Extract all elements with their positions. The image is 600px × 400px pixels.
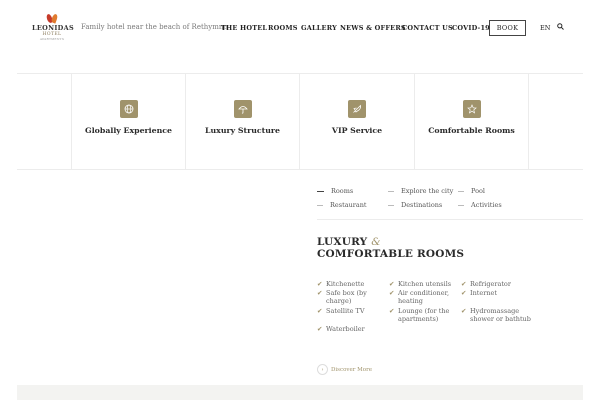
logo-mark-icon bbox=[47, 14, 57, 24]
globe-icon bbox=[119, 100, 138, 118]
amenity-item: ✔ Internet bbox=[461, 289, 497, 297]
nav-rooms[interactable]: ROOMS bbox=[268, 24, 298, 32]
amenity-item: ✔ Kitchen utensils bbox=[389, 280, 452, 288]
feature-comfortable-rooms: Comfortable Rooms bbox=[414, 74, 529, 170]
feature-title: Luxury Structure bbox=[205, 126, 280, 135]
nav-the-hotel[interactable]: THE HOTEL bbox=[221, 24, 267, 32]
discover-more-label: Discover More bbox=[331, 366, 372, 373]
tab-dash bbox=[458, 190, 464, 192]
feature-title: Comfortable Rooms bbox=[428, 126, 515, 135]
check-icon: ✔ bbox=[461, 289, 467, 297]
feature-luxury-structure: Luxury Structure bbox=[185, 74, 299, 170]
tab-explore-the-city[interactable]: Explore the city bbox=[388, 187, 453, 195]
amenity-item: ✔ Satellite TV bbox=[317, 307, 365, 315]
tab-label: Pool bbox=[471, 187, 486, 195]
discover-more-link[interactable]: › Discover More bbox=[317, 364, 372, 375]
feature-title: VIP Service bbox=[331, 126, 383, 135]
site-header: LEONIDAS HOTEL APARTMENTS Family hotel n… bbox=[0, 0, 600, 56]
amenity-item: ✔ Refrigerator bbox=[461, 280, 511, 288]
rocket-icon bbox=[348, 100, 366, 118]
check-icon: ✔ bbox=[317, 289, 323, 297]
check-icon: ✔ bbox=[461, 280, 467, 288]
chevron-right-icon: › bbox=[317, 364, 328, 375]
logo-tiny: APARTMENTS bbox=[39, 37, 65, 41]
tab-activities[interactable]: Activities bbox=[458, 201, 502, 209]
check-icon: ✔ bbox=[317, 307, 323, 315]
amenity-item: ✔ Waterboiler bbox=[317, 325, 365, 333]
language-selector[interactable]: EN bbox=[540, 24, 550, 32]
tab-label: Destinations bbox=[401, 201, 443, 209]
amenity-item: ✔ Air conditioner, heating bbox=[389, 289, 450, 305]
tabs-divider bbox=[317, 219, 583, 220]
title-line-2: COMFORTABLE ROOMS bbox=[317, 248, 465, 260]
tab-dash bbox=[317, 190, 324, 192]
nav-contact-us[interactable]: CONTACT US bbox=[402, 24, 453, 32]
tab-label: Explore the city bbox=[401, 187, 454, 195]
section-title: LUXURY & COMFORTABLE ROOMS bbox=[317, 236, 464, 260]
feature-title: Globally Experience bbox=[85, 126, 172, 135]
tab-pool[interactable]: Pool bbox=[458, 187, 485, 195]
hotel-logo[interactable]: LEONIDAS HOTEL APARTMENTS bbox=[32, 14, 74, 44]
check-icon: ✔ bbox=[317, 280, 323, 288]
check-icon: ✔ bbox=[317, 325, 323, 333]
logo-name: LEONIDAS bbox=[32, 24, 74, 32]
amenity-item: ✔ Kitchenette bbox=[317, 280, 365, 288]
tab-dash bbox=[317, 204, 323, 206]
book-button[interactable]: BOOK bbox=[489, 20, 526, 36]
amenity-item: ✔ Hydromassage shower or bathtub bbox=[461, 307, 531, 323]
check-icon: ✔ bbox=[389, 289, 395, 297]
tab-dash bbox=[388, 204, 394, 206]
amenity-item: ✔ Lounge (for the apartments) bbox=[389, 307, 450, 323]
check-icon: ✔ bbox=[461, 307, 467, 315]
features-divider bbox=[17, 169, 583, 170]
feature-vip-service: VIP Service bbox=[299, 74, 414, 170]
tab-label: Activities bbox=[471, 201, 502, 209]
nav-covid-19[interactable]: COVID-19 bbox=[452, 24, 490, 32]
check-icon: ✔ bbox=[389, 307, 395, 315]
umbrella-icon bbox=[233, 100, 252, 118]
tab-rooms[interactable]: Rooms bbox=[317, 187, 353, 195]
tab-destinations[interactable]: Destinations bbox=[388, 201, 442, 209]
tab-restaurant[interactable]: Restaurant bbox=[317, 201, 367, 209]
nav-gallery[interactable]: GALLERY bbox=[301, 24, 337, 32]
tab-dash bbox=[458, 204, 464, 206]
site-tagline: Family hotel near the beach of Rethymno bbox=[81, 23, 228, 31]
title-ampersand: & bbox=[371, 236, 381, 248]
features-row: Globally Experience Luxury Structure VIP… bbox=[0, 74, 600, 170]
nav-news-offers[interactable]: NEWS & OFFERS bbox=[340, 24, 406, 32]
bottom-section-band bbox=[17, 385, 583, 400]
amenity-item: ✔ Safe box (by charge) bbox=[317, 289, 367, 305]
search-icon[interactable] bbox=[557, 23, 564, 30]
title-line-1: LUXURY bbox=[317, 236, 368, 248]
star-icon bbox=[462, 100, 481, 118]
tab-label: Rooms bbox=[331, 187, 354, 195]
check-icon: ✔ bbox=[389, 280, 395, 288]
tab-label: Restaurant bbox=[330, 201, 367, 209]
feature-globally-experience: Globally Experience bbox=[71, 74, 185, 170]
tab-dash bbox=[388, 190, 394, 192]
